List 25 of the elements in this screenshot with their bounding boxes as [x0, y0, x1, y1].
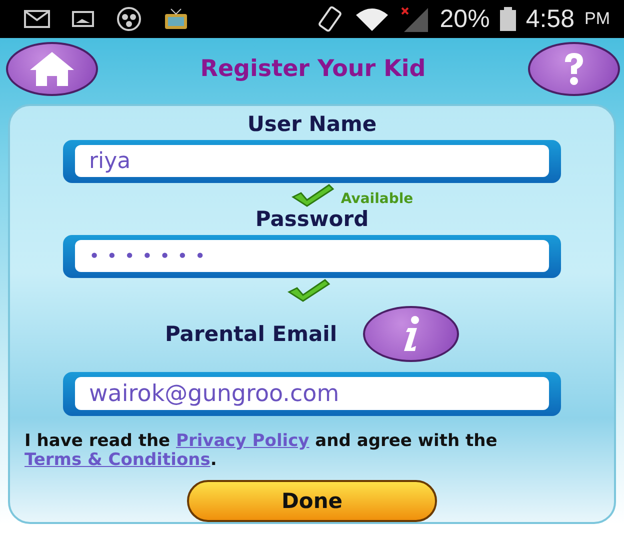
battery-percent: 20%	[440, 4, 490, 34]
clock-time: 4:58	[526, 4, 574, 34]
tv-icon	[164, 8, 188, 30]
battery-icon	[500, 7, 516, 31]
image-icon	[72, 11, 94, 27]
circles-icon	[116, 6, 142, 32]
username-field[interactable]: riya	[63, 140, 561, 184]
page-title: Register Your Kid	[200, 56, 426, 82]
policy-link[interactable]: Terms & Conditions	[24, 450, 210, 470]
signal-icon	[400, 6, 430, 32]
field-label: User Name	[247, 112, 377, 136]
password-field[interactable]: •••••••	[63, 235, 561, 278]
question-mark-icon	[562, 52, 586, 86]
wifi-icon	[354, 6, 390, 32]
policy-link[interactable]: Privacy Policy	[176, 431, 310, 452]
mail-icon	[24, 10, 50, 28]
home-icon	[29, 51, 75, 87]
clock-meridiem: PM	[584, 9, 610, 29]
email-field[interactable]: wairok@gungroo.com	[63, 372, 561, 416]
done-button[interactable]: Done	[187, 480, 437, 522]
field-label: Password	[255, 207, 369, 232]
agreement-text: I have read the Privacy Policy and agree with the Terms & Conditions.	[24, 432, 498, 470]
availability-status: Available	[340, 191, 414, 208]
rotate-phone-icon	[316, 5, 344, 33]
field-label: Parental Email	[164, 322, 338, 346]
